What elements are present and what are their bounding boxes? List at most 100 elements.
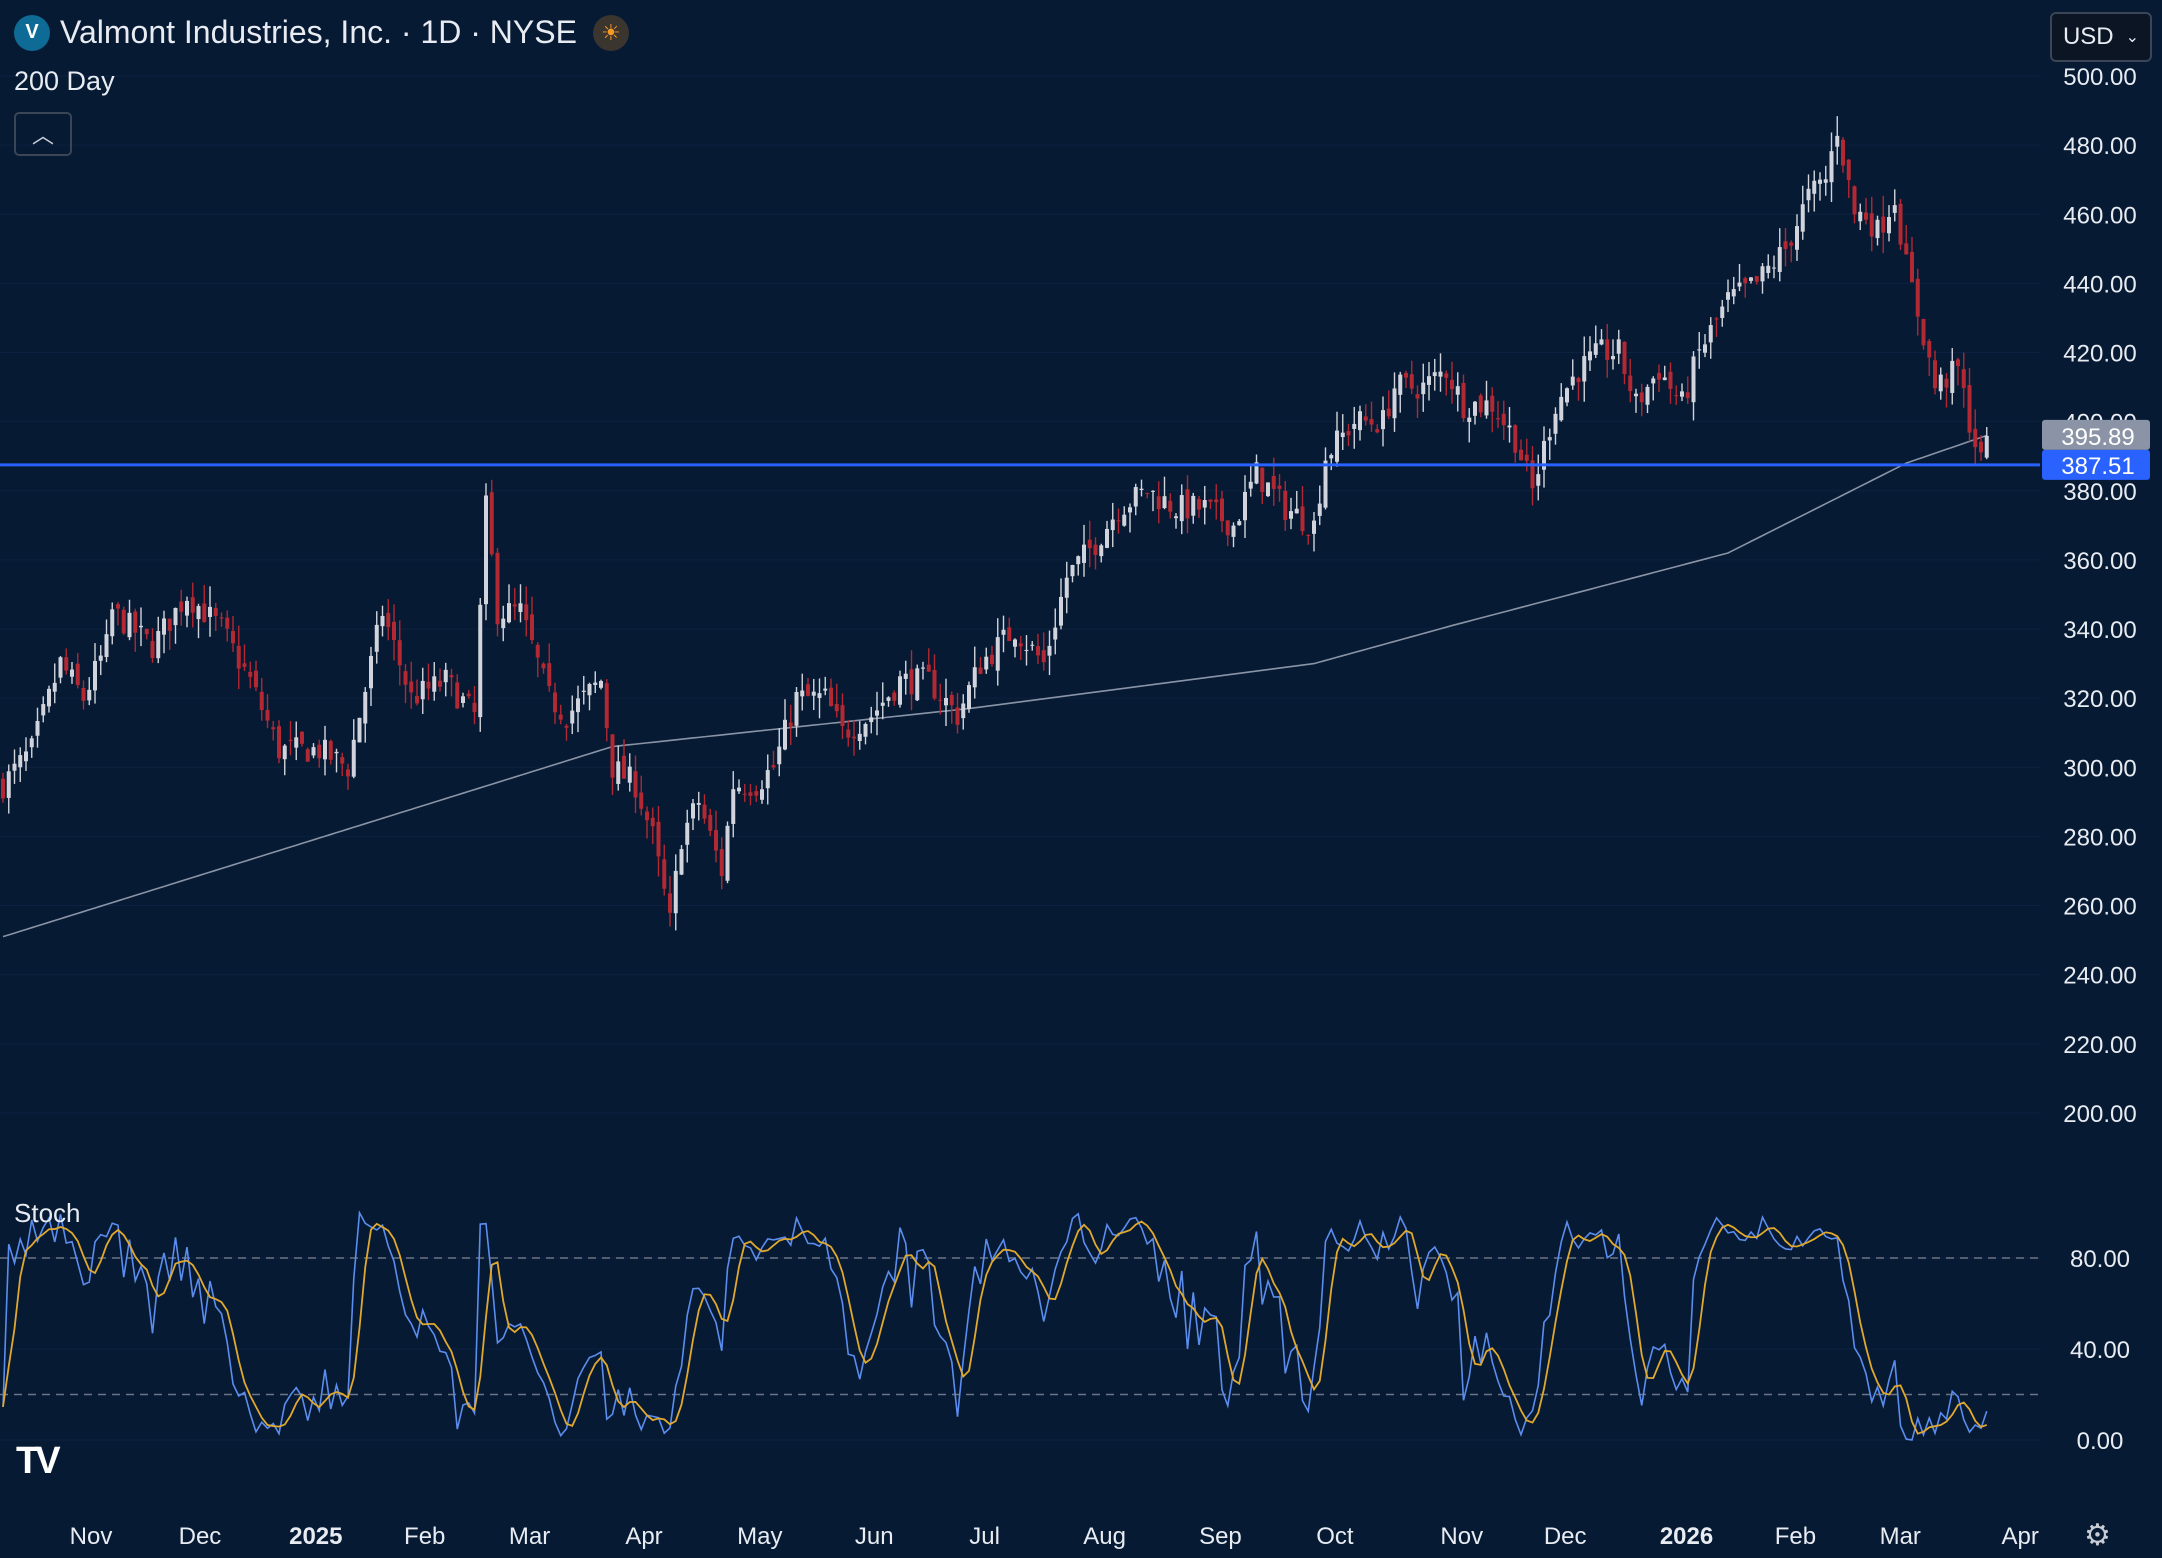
candle-body bbox=[1059, 596, 1063, 626]
candle bbox=[1191, 492, 1196, 524]
candle-body bbox=[58, 657, 63, 678]
candle-body bbox=[386, 612, 391, 628]
candle-body bbox=[1444, 373, 1449, 378]
price-chart[interactable]: 500.00480.00460.00440.00420.00400.00380.… bbox=[0, 0, 2162, 1558]
candle-body bbox=[1110, 519, 1115, 531]
candle bbox=[949, 691, 954, 724]
candle bbox=[570, 695, 575, 735]
candle-body bbox=[1473, 401, 1477, 416]
ma-legend-label[interactable]: 200 Day bbox=[14, 66, 115, 97]
candle-body bbox=[1312, 520, 1316, 534]
candle bbox=[369, 646, 373, 707]
candle bbox=[1208, 499, 1213, 509]
candle-body bbox=[489, 492, 494, 555]
candle-body bbox=[1852, 186, 1857, 215]
candle bbox=[277, 720, 281, 764]
candle-body bbox=[507, 603, 511, 623]
candle bbox=[1254, 454, 1259, 485]
candle bbox=[1386, 390, 1391, 420]
candle bbox=[1133, 483, 1138, 516]
candle bbox=[1984, 427, 1989, 460]
candle bbox=[1726, 279, 1730, 313]
candle-body bbox=[242, 663, 247, 667]
candle-body bbox=[978, 667, 983, 674]
candle-body bbox=[29, 738, 34, 748]
candle-body bbox=[656, 821, 661, 857]
candle-body bbox=[576, 698, 580, 713]
candle bbox=[6, 764, 11, 814]
candle-body bbox=[409, 681, 414, 693]
candle-body bbox=[415, 696, 419, 704]
candle-body bbox=[737, 787, 741, 792]
candle bbox=[41, 696, 46, 723]
candle-body bbox=[1329, 455, 1334, 459]
candle-body bbox=[1519, 449, 1523, 461]
candle bbox=[64, 648, 69, 675]
candle-body bbox=[1237, 521, 1242, 526]
candle-body bbox=[961, 703, 966, 719]
candle-body bbox=[765, 770, 770, 789]
candle bbox=[300, 731, 304, 747]
candle-body bbox=[1576, 378, 1581, 383]
candle-body bbox=[190, 597, 195, 613]
candle bbox=[650, 807, 655, 845]
candle-body bbox=[679, 849, 684, 875]
candle-body bbox=[944, 697, 948, 706]
candle-body bbox=[1266, 482, 1270, 497]
candle bbox=[380, 605, 385, 637]
candle bbox=[236, 625, 241, 690]
candle bbox=[978, 656, 983, 675]
candle bbox=[156, 616, 161, 664]
candle bbox=[673, 854, 678, 931]
candle bbox=[1455, 372, 1460, 412]
candle bbox=[415, 679, 419, 706]
candle bbox=[1766, 254, 1771, 279]
candle-body bbox=[1340, 432, 1345, 438]
candle bbox=[961, 694, 966, 730]
candle-body bbox=[1455, 386, 1460, 395]
candle bbox=[225, 610, 230, 642]
currency-select[interactable]: USD ⌄ bbox=[2050, 12, 2152, 62]
candle-body bbox=[150, 641, 155, 659]
candle bbox=[1438, 353, 1443, 392]
time-axis-label: Oct bbox=[1316, 1523, 1354, 1550]
candle bbox=[1501, 400, 1506, 440]
candle bbox=[133, 608, 138, 652]
candle-body bbox=[1864, 212, 1868, 220]
candle bbox=[1248, 464, 1253, 497]
settings-icon[interactable]: ⚙ bbox=[2084, 1518, 2111, 1553]
candle bbox=[167, 618, 172, 650]
candle bbox=[426, 663, 431, 701]
pre-market-sun-icon[interactable]: ☀ bbox=[592, 14, 629, 51]
candle bbox=[604, 679, 609, 742]
candle-body bbox=[1335, 430, 1339, 462]
candle bbox=[1082, 524, 1086, 577]
candle-body bbox=[564, 725, 569, 728]
symbol-header[interactable]: V Valmont Industries, Inc. · 1D · NYSE ☀ bbox=[14, 14, 629, 51]
candle bbox=[955, 692, 960, 734]
candle-body bbox=[236, 645, 241, 669]
candle bbox=[1559, 383, 1564, 422]
time-axis-label: May bbox=[737, 1523, 782, 1550]
candle bbox=[898, 670, 902, 708]
candle-body bbox=[1593, 343, 1598, 355]
candle bbox=[1116, 508, 1121, 534]
candle-body bbox=[202, 603, 207, 622]
candle bbox=[466, 689, 471, 699]
candle bbox=[110, 602, 115, 645]
candle-body bbox=[328, 740, 333, 760]
candle-body bbox=[1214, 499, 1219, 503]
candle-body bbox=[926, 664, 931, 672]
candle-body bbox=[311, 747, 316, 756]
tradingview-logo[interactable]: TV bbox=[16, 1440, 61, 1483]
candle bbox=[1162, 476, 1167, 510]
valmont-logo-icon: V bbox=[14, 14, 50, 51]
candle-body bbox=[1392, 388, 1397, 419]
candle-body bbox=[1639, 392, 1644, 403]
candle bbox=[656, 806, 661, 877]
stoch-legend-label[interactable]: Stoch bbox=[14, 1198, 81, 1229]
collapse-legend-button[interactable]: ︿ bbox=[14, 112, 72, 156]
candle-body bbox=[806, 684, 810, 696]
candle bbox=[829, 678, 833, 707]
candle bbox=[1668, 362, 1673, 404]
